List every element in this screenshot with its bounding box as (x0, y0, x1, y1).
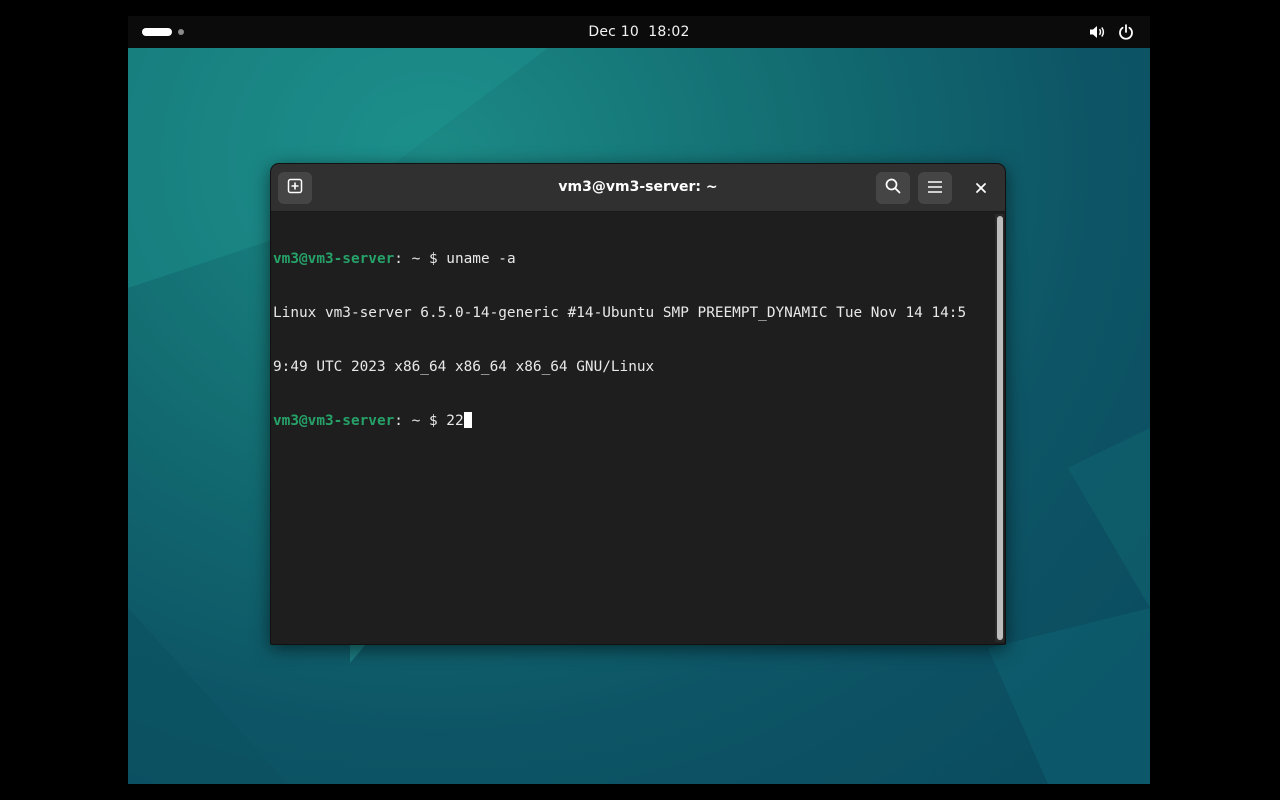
prompt-dir: ~ (411, 251, 421, 267)
search-button[interactable] (876, 172, 910, 204)
prompt-symbol: $ (428, 413, 447, 429)
volume-icon[interactable] (1089, 24, 1107, 40)
terminal-window[interactable]: vm3@vm3-server: ~ vm3@vm3-server: ~ $ un… (270, 163, 1006, 645)
scrollbar[interactable] (995, 214, 1004, 642)
clock-area: Dec 10 18:02 (128, 16, 1150, 48)
prompt-line[interactable]: vm3@vm3-server: ~ $ 22 (273, 412, 993, 430)
desktop-background: vm3@vm3-server: ~ vm3@vm3-server: ~ $ un… (128, 48, 1150, 784)
output-line: Linux vm3-server 6.5.0-14-generic #14-Ub… (273, 305, 967, 321)
new-tab-icon (287, 178, 303, 198)
close-button[interactable] (967, 174, 995, 202)
power-icon[interactable] (1118, 24, 1134, 40)
prompt-user-host: vm3@vm3-server (273, 413, 395, 429)
prompt-separator: : (394, 251, 412, 267)
prompt-dir: ~ (411, 413, 421, 429)
command-text: uname -a (446, 251, 516, 267)
new-tab-button[interactable] (278, 172, 312, 204)
top-bar: Dec 10 18:02 (128, 16, 1150, 48)
prompt-symbol: $ (428, 251, 447, 267)
clock[interactable]: Dec 10 18:02 (588, 24, 689, 40)
prompt-separator: : (394, 413, 412, 429)
output-line: 9:49 UTC 2023 x86_64 x86_64 x86_64 GNU/L… (273, 359, 655, 375)
workspace-indicator[interactable] (142, 28, 184, 36)
screen: Dec 10 18:02 vm3@vm3-server: ~ vm3@vm3-s… (128, 16, 1150, 784)
header-bar[interactable]: vm3@vm3-server: ~ (271, 164, 1005, 212)
hamburger-menu-icon (927, 179, 943, 198)
workspace-active-dot[interactable] (142, 28, 172, 36)
terminal-output[interactable]: vm3@vm3-server: ~ $ uname -a Linux vm3-s… (271, 212, 993, 644)
text-cursor (463, 412, 472, 428)
prompt-user-host: vm3@vm3-server (273, 251, 395, 267)
close-icon (975, 179, 987, 198)
command-input-text[interactable]: 22 (446, 413, 463, 429)
workspace-inactive-dot[interactable] (178, 29, 184, 35)
prompt-line: vm3@vm3-server: ~ $ uname -a (273, 250, 993, 268)
main-menu-button[interactable] (918, 172, 952, 204)
search-icon (885, 178, 901, 198)
scrollbar-thumb[interactable] (997, 216, 1003, 640)
